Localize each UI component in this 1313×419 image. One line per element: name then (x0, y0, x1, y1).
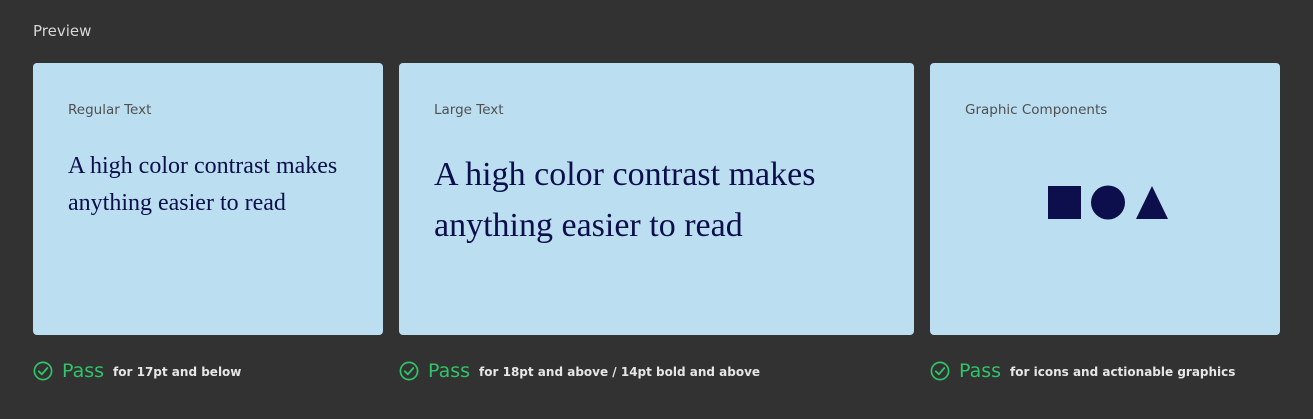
pass-label: Pass (959, 360, 1002, 382)
result-note: for 18pt and above / 14pt bold and above (479, 365, 761, 379)
regular-text-label: Regular Text (68, 102, 152, 118)
large-text-result: Pass for 18pt and above / 14pt bold and … (399, 357, 760, 385)
large-text-label: Large Text (434, 102, 504, 118)
large-text-sample: A high color contrast makes anything eas… (434, 156, 816, 244)
pass-label: Pass (62, 360, 105, 382)
triangle-icon (1136, 186, 1168, 219)
regular-text-card: Regular Text A high color contrast makes… (33, 63, 383, 335)
preview-heading: Preview (33, 22, 92, 40)
result-note: for 17pt and below (113, 365, 242, 379)
result-note: for icons and actionable graphics (1010, 365, 1236, 379)
pass-label: Pass (428, 360, 471, 382)
graphic-components-result: Pass for icons and actionable graphics (930, 357, 1235, 385)
regular-text-result: Pass for 17pt and below (33, 357, 241, 385)
graphic-samples (1048, 185, 1168, 220)
check-circle-icon (930, 361, 950, 381)
circle-icon (1091, 185, 1125, 220)
graphic-components-label: Graphic Components (965, 102, 1108, 118)
square-icon (1048, 186, 1081, 219)
regular-text-sample: A high color contrast makes anything eas… (68, 153, 338, 216)
graphic-components-card: Graphic Components (930, 63, 1280, 335)
check-circle-icon (33, 361, 53, 381)
check-circle-icon (399, 361, 419, 381)
large-text-card: Large Text A high color contrast makes a… (399, 63, 914, 335)
